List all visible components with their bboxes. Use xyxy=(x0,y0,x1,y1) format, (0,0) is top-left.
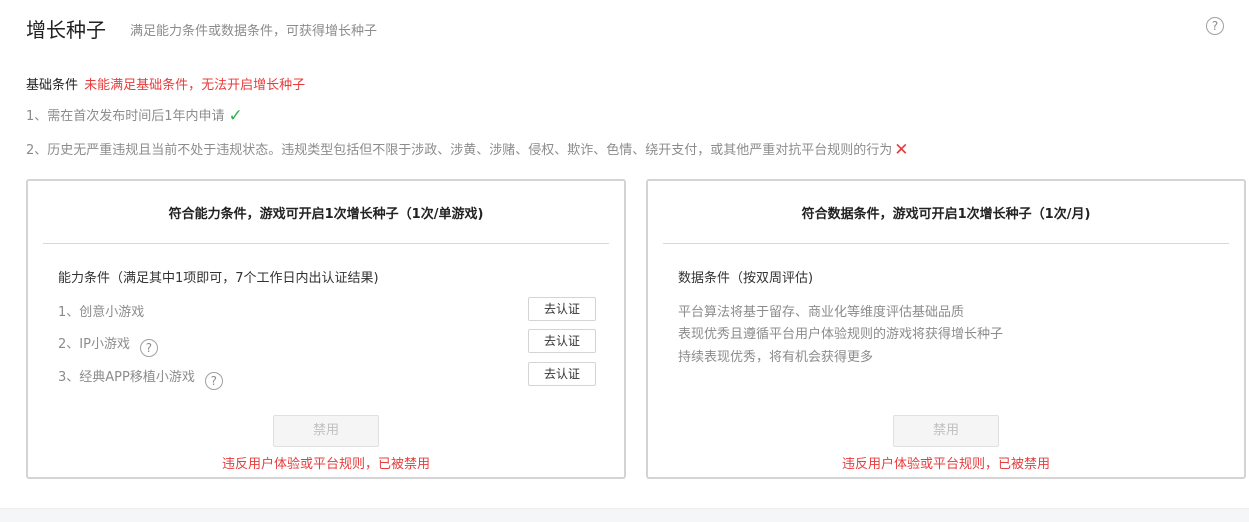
divider xyxy=(43,243,609,244)
divider xyxy=(663,243,1229,244)
data-description-line: 持续表现优秀，将有机会获得更多 xyxy=(678,350,874,365)
help-icon[interactable]: ? xyxy=(204,372,223,390)
help-icon[interactable]: ? xyxy=(139,339,158,357)
ban-notice: 违反用户体验或平台规则，已被禁用 xyxy=(221,457,430,472)
basic-conditions-warning: 未能满足基础条件，无法开启增长种子 xyxy=(84,78,306,93)
cross-icon: ✕ xyxy=(894,140,909,160)
condition-row: 2、IP小游戏? 去认证 xyxy=(58,329,596,357)
data-card-title: 符合数据条件，游戏可开启1次增长种子（1次/月) xyxy=(801,207,1091,222)
data-card: 符合数据条件，游戏可开启1次增长种子（1次/月) 数据条件（按双周评估) 平台算… xyxy=(646,179,1246,479)
check-icon: ✓ xyxy=(228,106,243,126)
verify-button[interactable]: 去认证 xyxy=(528,329,596,353)
page-subtitle: 满足能力条件或数据条件，可获得增长种子 xyxy=(130,24,378,39)
condition-label-text: 2、IP小游戏 xyxy=(58,337,130,352)
help-icon[interactable]: ? xyxy=(1206,17,1224,35)
condition-label: 2、IP小游戏? xyxy=(58,333,158,357)
requirement-2: 2、历史无严重违规且当前不处于违规状态。违规类型包括但不限于涉政、涉黄、涉赌、侵… xyxy=(26,139,909,160)
ability-card-title: 符合能力条件，游戏可开启1次增长种子（1次/单游戏) xyxy=(168,207,484,222)
verify-button[interactable]: 去认证 xyxy=(528,297,596,321)
condition-row: 3、经典APP移植小游戏? 去认证 xyxy=(58,362,596,390)
disabled-button: 禁用 xyxy=(893,415,999,447)
disabled-button: 禁用 xyxy=(273,415,379,447)
requirement-1: 1、需在首次发布时间后1年内申请 ✓ xyxy=(26,105,243,126)
requirement-2-text: 2、历史无严重违规且当前不处于违规状态。违规类型包括但不限于涉政、涉黄、涉赌、侵… xyxy=(26,143,893,158)
condition-label: 1、创意小游戏 xyxy=(58,305,145,320)
data-description-line: 平台算法将基于留存、商业化等维度评估基础品质 xyxy=(678,305,965,320)
ability-card: 符合能力条件，游戏可开启1次增长种子（1次/单游戏) 能力条件（满足其中1项即可… xyxy=(26,179,626,479)
ban-notice: 违反用户体验或平台规则，已被禁用 xyxy=(841,457,1050,472)
page-title: 增长种子 xyxy=(26,18,106,42)
data-description-line: 表现优秀且遵循平台用户体验规则的游戏将获得增长种子 xyxy=(678,327,1004,342)
verify-button[interactable]: 去认证 xyxy=(528,362,596,386)
footer-bar xyxy=(0,508,1249,522)
basic-conditions-line: 基础条件 未能满足基础条件，无法开启增长种子 xyxy=(26,74,305,93)
data-section-title: 数据条件（按双周评估) xyxy=(678,271,814,286)
ability-section-title: 能力条件（满足其中1项即可，7个工作日内出认证结果) xyxy=(58,271,379,286)
condition-row: 1、创意小游戏 去认证 xyxy=(58,297,596,323)
requirement-1-text: 1、需在首次发布时间后1年内申请 xyxy=(26,109,225,124)
condition-label: 3、经典APP移植小游戏? xyxy=(58,366,223,390)
basic-conditions-label: 基础条件 xyxy=(26,78,79,93)
condition-label-text: 3、经典APP移植小游戏 xyxy=(58,370,195,385)
